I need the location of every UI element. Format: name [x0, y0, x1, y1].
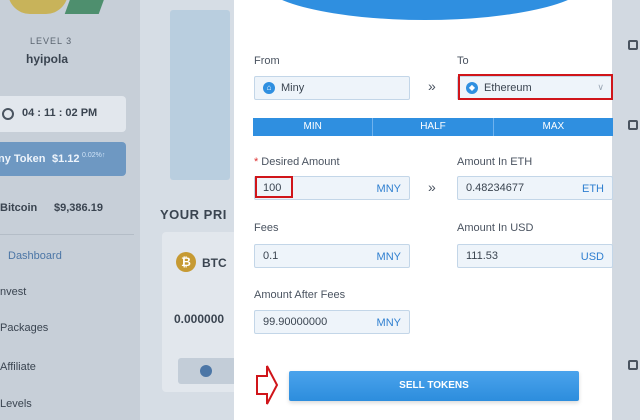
btc-code: BTC — [202, 256, 227, 270]
after-fees-value: 99.90000000 — [263, 316, 328, 328]
side-icon — [628, 120, 638, 130]
bitcoin-icon: ₿ — [176, 252, 196, 272]
tab-min[interactable]: MIN — [253, 118, 374, 136]
bitcoin-label: Bitcoin — [0, 202, 38, 214]
fees-unit: MNY — [376, 251, 401, 263]
miny-coin-icon: ⌂ — [263, 82, 275, 94]
to-label: To — [457, 55, 469, 67]
sidebar-item-invest[interactable]: nvest — [0, 286, 26, 298]
eth-amount-unit: ETH — [582, 183, 604, 195]
username: hyipola — [26, 52, 69, 66]
side-icon — [628, 360, 638, 370]
level-label: LEVEL 3 — [30, 36, 73, 46]
after-fees-label: Amount After Fees — [254, 289, 346, 301]
to-select-highlight — [458, 74, 613, 100]
token-price-card[interactable]: ny Token $1.12 0.02%↑ — [0, 142, 126, 176]
clock-time: 04 : 11 : 02 PM — [22, 107, 98, 119]
clock-icon — [2, 108, 14, 120]
bitcoin-price: $9,386.19 — [54, 202, 103, 214]
fees-field: 0.1 MNY — [254, 244, 410, 268]
clock-card: 04 : 11 : 02 PM — [0, 96, 126, 132]
usd-amount-unit: USD — [580, 251, 604, 263]
eth-amount-label: Amount In ETH — [457, 156, 533, 168]
right-panel-edge — [610, 0, 640, 420]
sidebar-item-levels[interactable]: Levels — [0, 398, 32, 410]
convert-arrow-icon: » — [428, 179, 436, 195]
chart-panel — [170, 10, 230, 180]
tab-half[interactable]: HALF — [373, 118, 494, 136]
usd-amount-label: Amount In USD — [457, 222, 534, 234]
pointer-arrow-icon — [256, 365, 279, 405]
desired-amount-label: * Desired Amount — [254, 156, 340, 168]
sidebar: LEVEL 3 hyipola 04 : 11 : 02 PM ny Token… — [0, 0, 140, 420]
eth-amount-value: 0.48234677 — [466, 182, 525, 194]
desired-amount-unit: MNY — [376, 183, 401, 195]
tab-max[interactable]: MAX — [494, 118, 613, 136]
after-fees-field: 99.90000000 MNY — [254, 310, 410, 334]
fees-value: 0.1 — [263, 250, 279, 262]
from-select-value: Miny — [281, 82, 305, 94]
from-select[interactable]: ⌂ Miny — [254, 76, 410, 100]
section-title: YOUR PRI — [160, 207, 227, 222]
swap-arrow-icon: » — [428, 78, 436, 94]
level-badge-icon — [8, 0, 68, 14]
side-icon — [628, 40, 638, 50]
token-name: ny Token — [0, 153, 46, 165]
token-price: $1.12 — [52, 153, 80, 165]
fees-label: Fees — [254, 222, 279, 234]
sidebar-item-affiliate[interactable]: Affiliate — [0, 361, 36, 373]
desired-amount-highlight — [255, 176, 293, 198]
minus-icon — [200, 365, 212, 377]
usd-amount-value: 111.53 — [466, 250, 499, 262]
ribbon-icon — [64, 0, 106, 14]
sidebar-item-packages[interactable]: Packages — [0, 322, 48, 334]
eth-amount-field: 0.48234677 ETH — [457, 176, 613, 200]
sidebar-divider — [0, 234, 134, 235]
btc-balance: 0.000000 — [174, 312, 225, 326]
up-arrow-icon: ↑ — [101, 152, 106, 159]
sell-tokens-modal — [234, 0, 612, 420]
from-label: From — [254, 55, 280, 67]
amount-preset-tabs: MIN HALF MAX — [253, 118, 613, 136]
after-fees-unit: MNY — [376, 317, 401, 329]
sidebar-item-dashboard[interactable]: Dashboard — [8, 250, 62, 262]
usd-amount-field: 111.53 USD — [457, 244, 613, 268]
sell-tokens-button[interactable]: SELL TOKENS — [289, 371, 579, 401]
btc-wallet-card: ₿ BTC 0.000000 — [162, 232, 240, 392]
token-change: 0.02%↑ — [82, 152, 106, 159]
